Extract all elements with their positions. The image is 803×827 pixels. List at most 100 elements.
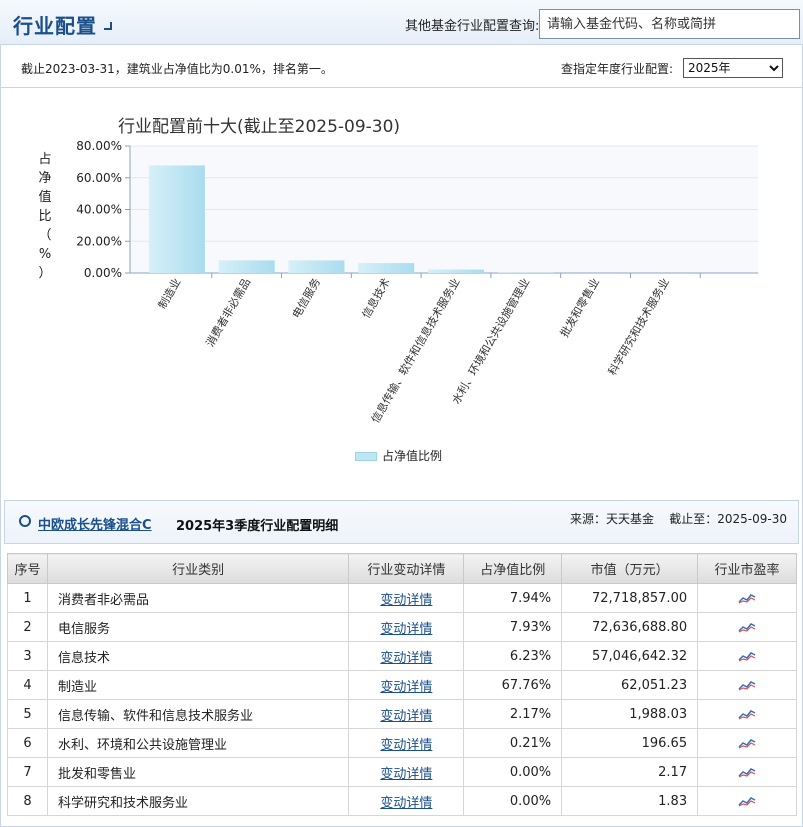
row-no: 7: [7, 757, 48, 787]
row-change-cell: 变动详情: [348, 757, 465, 787]
fund-name-link[interactable]: 中欧成长先锋混合C: [38, 514, 152, 533]
col-header-industry: 行业类别: [46, 553, 350, 584]
allocation-table: 序号 行业类别 行业变动详情 占净值比例 市值（万元） 行业市盈率 1 消费者非必…: [7, 553, 797, 816]
pe-trend-icon[interactable]: [738, 795, 756, 807]
bar: [218, 260, 275, 273]
row-change-cell: 变动详情: [348, 786, 465, 816]
row-change-cell: 变动详情: [348, 670, 465, 700]
x-tick-label: 科学研究和技术服务业: [605, 276, 672, 378]
info-note: 截止2023-03-31，建筑业占净值比为0.01%，排名第一。: [21, 62, 333, 76]
row-value: 1.83: [561, 786, 699, 816]
row-industry: 消费者非必需品: [46, 583, 350, 613]
row-no: 3: [7, 641, 48, 671]
row-industry: 信息技术: [46, 641, 350, 671]
change-detail-link[interactable]: 变动详情: [380, 767, 432, 782]
row-value: 72,636,688.80: [561, 612, 699, 642]
row-change-cell: 变动详情: [348, 699, 465, 729]
table-row: 6 水利、环境和公共设施管理业 变动详情 0.21% 196.65: [7, 728, 797, 758]
detail-header: 中欧成长先锋混合C 2025年3季度行业配置明细 来源：天天基金 截止至：202…: [4, 500, 799, 544]
y-tick-label: 20.00%: [76, 234, 122, 248]
row-industry: 制造业: [46, 670, 350, 700]
table-row: 1 消费者非必需品 变动详情 7.94% 72,718,857.00: [7, 583, 797, 613]
col-header-value: 市值（万元）: [561, 553, 699, 584]
x-tick-label: 信息技术: [359, 276, 393, 321]
change-detail-link[interactable]: 变动详情: [380, 593, 432, 608]
row-ratio: 0.00%: [463, 786, 563, 816]
chart-legend: 占净值比例: [355, 447, 442, 464]
search-label: 其他基金行业配置查询:: [405, 19, 540, 34]
row-value: 196.65: [561, 728, 699, 758]
table-row: 3 信息技术 变动详情 6.23% 57,046,642.32: [7, 641, 797, 671]
y-tick-label: 0.00%: [84, 266, 122, 280]
y-tick-label: 60.00%: [76, 171, 122, 185]
pe-trend-icon[interactable]: [738, 679, 756, 691]
change-detail-link[interactable]: 变动详情: [380, 738, 432, 753]
x-tick-label: 电信服务: [290, 276, 323, 321]
col-header-change: 行业变动详情: [348, 553, 465, 584]
source-info: 来源：天天基金 截止至：2025-09-30: [570, 512, 787, 526]
table-header-row: 序号 行业类别 行业变动详情 占净值比例 市值（万元） 行业市盈率: [7, 553, 797, 584]
row-industry: 信息传输、软件和信息技术服务业: [46, 699, 350, 729]
x-tick-label: 水利、环境和公共设施管理业: [449, 276, 533, 407]
change-detail-link[interactable]: 变动详情: [380, 796, 432, 811]
row-change-cell: 变动详情: [348, 641, 465, 671]
row-no: 2: [7, 612, 48, 642]
change-detail-link[interactable]: 变动详情: [380, 709, 432, 724]
table-row: 7 批发和零售业 变动详情 0.00% 2.17: [7, 757, 797, 787]
change-detail-link[interactable]: 变动详情: [380, 651, 432, 666]
pe-trend-icon[interactable]: [738, 766, 756, 778]
row-pe-cell: [697, 699, 797, 729]
row-pe-cell: [697, 728, 797, 758]
row-change-cell: 变动详情: [348, 583, 465, 613]
row-value: 72,718,857.00: [561, 583, 699, 613]
row-pe-cell: [697, 757, 797, 787]
change-detail-link[interactable]: 变动详情: [380, 622, 432, 637]
row-change-cell: 变动详情: [348, 612, 465, 642]
pe-trend-icon[interactable]: [738, 592, 756, 604]
col-header-no: 序号: [7, 553, 48, 584]
table-row: 5 信息传输、软件和信息技术服务业 变动详情 2.17% 1,988.03: [7, 699, 797, 729]
header-bar: 行业配置 其他基金行业配置查询:: [0, 0, 803, 45]
row-no: 4: [7, 670, 48, 700]
year-label: 查指定年度行业配置:: [561, 62, 674, 76]
row-change-cell: 变动详情: [348, 728, 465, 758]
row-pe-cell: [697, 641, 797, 671]
x-tick-label: 制造业: [155, 276, 184, 312]
pe-trend-icon[interactable]: [738, 650, 756, 662]
pe-trend-icon[interactable]: [738, 737, 756, 749]
row-ratio: 6.23%: [463, 641, 563, 671]
pe-trend-icon[interactable]: [738, 621, 756, 633]
row-no: 6: [7, 728, 48, 758]
table-row: 2 电信服务 变动详情 7.93% 72,636,688.80: [7, 612, 797, 642]
y-tick-label: 80.00%: [76, 139, 122, 153]
row-pe-cell: [697, 786, 797, 816]
row-industry: 批发和零售业: [46, 757, 350, 787]
row-ratio: 2.17%: [463, 699, 563, 729]
change-detail-link[interactable]: 变动详情: [380, 680, 432, 695]
legend-label: 占净值比例: [382, 449, 443, 463]
row-no: 5: [7, 699, 48, 729]
legend-swatch: [355, 452, 377, 461]
expand-arrow-icon[interactable]: [104, 22, 112, 30]
row-no: 8: [7, 786, 48, 816]
row-ratio: 0.21%: [463, 728, 563, 758]
row-pe-cell: [697, 670, 797, 700]
fund-search-input[interactable]: [539, 9, 800, 39]
bar: [358, 263, 415, 273]
row-ratio: 7.93%: [463, 612, 563, 642]
row-industry: 水利、环境和公共设施管理业: [46, 728, 350, 758]
row-industry: 电信服务: [46, 612, 350, 642]
row-value: 62,051.23: [561, 670, 699, 700]
table-row: 8 科学研究和技术服务业 变动详情 0.00% 1.83: [7, 786, 797, 816]
bar: [428, 269, 484, 273]
row-ratio: 0.00%: [463, 757, 563, 787]
col-header-ratio: 占净值比例: [463, 553, 563, 584]
pe-trend-icon[interactable]: [738, 708, 756, 720]
x-tick-label: 批发和零售业: [557, 276, 602, 340]
row-ratio: 7.94%: [463, 583, 563, 613]
x-tick-label: 消费者非必需品: [203, 276, 254, 350]
year-select[interactable]: 2025年: [683, 58, 783, 78]
circle-icon: [19, 515, 31, 527]
row-pe-cell: [697, 583, 797, 613]
row-industry: 科学研究和技术服务业: [46, 786, 350, 816]
